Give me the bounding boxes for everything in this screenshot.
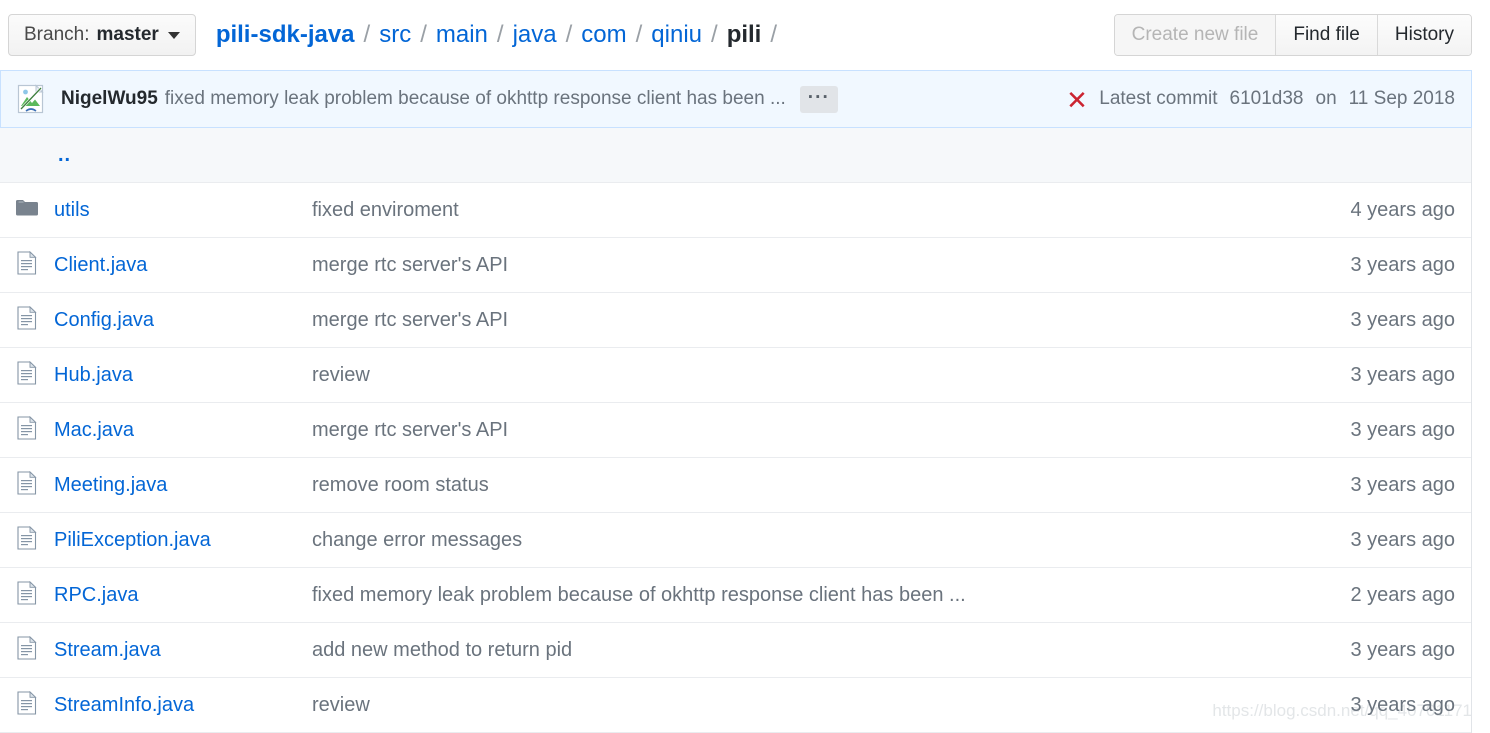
breadcrumb-separator: / xyxy=(770,21,778,48)
file-age: 2 years ago xyxy=(1350,583,1455,606)
file-icon xyxy=(17,580,37,610)
breadcrumb-separator: / xyxy=(565,21,573,48)
breadcrumb-item-repo[interactable]: pili-sdk-java xyxy=(216,21,355,49)
table-row[interactable]: Mac.java merge rtc server's API 3 years … xyxy=(0,403,1471,458)
file-icon xyxy=(17,250,37,280)
file-icon xyxy=(17,305,37,335)
file-name-link[interactable]: Meeting.java xyxy=(54,474,312,497)
commit-date: 11 Sep 2018 xyxy=(1348,88,1455,109)
parent-directory-row[interactable]: .. xyxy=(0,128,1471,183)
branch-value: master xyxy=(96,24,159,45)
file-age: 3 years ago xyxy=(1350,473,1455,496)
table-row[interactable]: Client.java merge rtc server's API 3 yea… xyxy=(0,238,1471,293)
file-name-link[interactable]: Mac.java xyxy=(54,419,312,442)
commit-message[interactable]: fixed memory leak problem because of okh… xyxy=(165,88,786,110)
file-icon xyxy=(17,415,37,445)
file-commit-message[interactable]: fixed memory leak problem because of okh… xyxy=(312,584,1241,607)
file-commit-message[interactable]: merge rtc server's API xyxy=(312,419,1241,442)
table-row[interactable]: Meeting.java remove room status 3 years … xyxy=(0,458,1471,513)
breadcrumb-item-java[interactable]: java xyxy=(513,21,557,49)
table-row[interactable]: Stream.java add new method to return pid… xyxy=(0,623,1471,678)
find-file-button[interactable]: Find file xyxy=(1276,15,1378,55)
file-name-link[interactable]: Config.java xyxy=(54,309,312,332)
file-name-link[interactable]: StreamInfo.java xyxy=(54,694,312,717)
branch-label: Branch: xyxy=(24,24,90,45)
file-name-link[interactable]: Client.java xyxy=(54,254,312,277)
file-age: 3 years ago xyxy=(1350,418,1455,441)
latest-commit-label: Latest commit xyxy=(1099,88,1218,109)
file-commit-message[interactable]: fixed enviroment xyxy=(312,199,1241,222)
parent-directory-link[interactable]: .. xyxy=(54,144,71,166)
table-row[interactable]: Hub.java review 3 years ago xyxy=(0,348,1471,403)
file-name-link[interactable]: RPC.java xyxy=(54,584,312,607)
breadcrumb-separator: / xyxy=(635,21,643,48)
file-commit-message[interactable]: review xyxy=(312,694,1241,717)
breadcrumb-separator: / xyxy=(363,21,371,48)
file-icon xyxy=(17,470,37,500)
file-commit-message[interactable]: remove room status xyxy=(312,474,1241,497)
commit-date-prefix: on xyxy=(1315,88,1337,109)
file-list-table: .. utils fixed enviroment 4 years ago Cl… xyxy=(0,128,1472,733)
file-name-link[interactable]: Stream.java xyxy=(54,639,312,662)
breadcrumb-item-qiniu[interactable]: qiniu xyxy=(651,21,702,49)
create-new-file-button[interactable]: Create new file xyxy=(1114,15,1277,55)
file-age: 4 years ago xyxy=(1350,198,1455,221)
file-icon xyxy=(17,525,37,555)
breadcrumb: pili-sdk-java / src / main / java / com … xyxy=(216,21,786,49)
file-commit-message[interactable]: add new method to return pid xyxy=(312,639,1241,662)
file-icon xyxy=(17,360,37,390)
red-x-icon xyxy=(1067,89,1087,109)
latest-commit-bar: NigelWu95 fixed memory leak problem beca… xyxy=(0,70,1472,128)
table-row[interactable]: Config.java merge rtc server's API 3 yea… xyxy=(0,293,1471,348)
commit-author[interactable]: NigelWu95 xyxy=(61,88,158,110)
chevron-down-icon xyxy=(167,31,180,39)
breadcrumb-separator: / xyxy=(496,21,504,48)
commit-sha[interactable]: 6101d38 xyxy=(1230,88,1304,110)
repo-action-buttons: Create new file Find file History xyxy=(1113,14,1472,56)
expand-commit-message-button[interactable]: ··· xyxy=(799,85,838,113)
history-button[interactable]: History xyxy=(1377,15,1471,55)
table-row[interactable]: RPC.java fixed memory leak problem becau… xyxy=(0,568,1471,623)
file-name-link[interactable]: Hub.java xyxy=(54,364,312,387)
table-row[interactable]: StreamInfo.java review 3 years ago xyxy=(0,678,1471,733)
file-name-link[interactable]: utils xyxy=(54,199,312,222)
broken-image-icon xyxy=(17,84,47,114)
file-commit-message[interactable]: change error messages xyxy=(312,529,1241,552)
breadcrumb-item-com[interactable]: com xyxy=(581,21,626,49)
breadcrumb-item-src[interactable]: src xyxy=(379,21,411,49)
file-age: 3 years ago xyxy=(1350,638,1455,661)
folder-icon xyxy=(15,198,39,223)
file-name-link[interactable]: PiliException.java xyxy=(54,529,312,552)
breadcrumb-separator: / xyxy=(711,21,718,48)
file-age: 3 years ago xyxy=(1350,308,1455,331)
branch-selector-button[interactable]: Branch: master xyxy=(8,14,196,56)
breadcrumb-separator: / xyxy=(420,21,427,48)
table-row[interactable]: utils fixed enviroment 4 years ago xyxy=(0,183,1471,238)
file-icon xyxy=(17,690,37,720)
breadcrumb-item-pili: pili xyxy=(726,21,762,48)
file-commit-message[interactable]: merge rtc server's API xyxy=(312,309,1241,332)
table-row[interactable]: PiliException.java change error messages… xyxy=(0,513,1471,568)
file-icon xyxy=(17,635,37,665)
file-age: 3 years ago xyxy=(1350,693,1455,716)
repo-file-browser: Branch: master pili-sdk-java / src / mai… xyxy=(0,0,1490,733)
breadcrumb-item-main[interactable]: main xyxy=(436,21,488,49)
file-age: 3 years ago xyxy=(1350,363,1455,386)
file-commit-message[interactable]: review xyxy=(312,364,1241,387)
repo-toolbar: Branch: master pili-sdk-java / src / mai… xyxy=(0,0,1490,70)
file-commit-message[interactable]: merge rtc server's API xyxy=(312,254,1241,277)
commit-meta-group: Latest commit 6101d38 on 11 Sep 2018 xyxy=(1067,88,1455,110)
file-age: 3 years ago xyxy=(1350,528,1455,551)
file-age: 3 years ago xyxy=(1350,253,1455,276)
